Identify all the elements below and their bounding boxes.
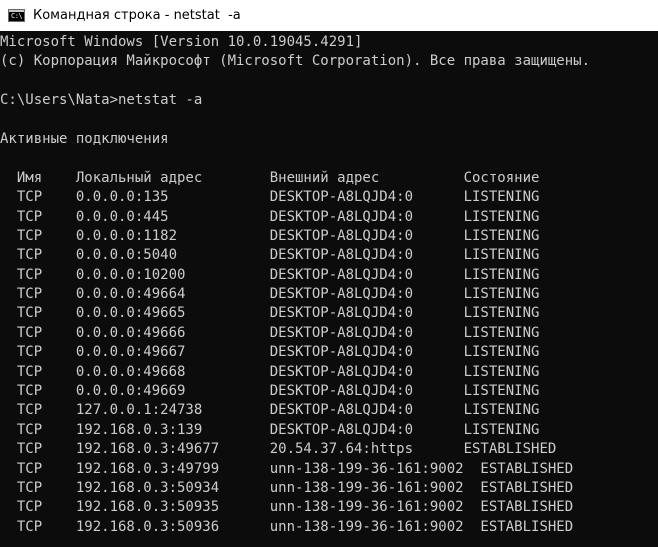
console-line: (c) Корпорация Майкрософт (Microsoft Cor… bbox=[0, 53, 591, 70]
cmd-icon: C:\ bbox=[8, 9, 25, 22]
console-line: Активные подключения bbox=[0, 130, 169, 147]
console-line: TCP 0.0.0.0:445 DESKTOP-A8LQJD4:0 LISTEN… bbox=[0, 208, 540, 225]
console-line: TCP 192.168.0.3:50934 unn-138-199-36-161… bbox=[0, 479, 574, 496]
console-line: TCP 192.168.0.3:50936 unn-138-199-36-161… bbox=[0, 518, 574, 535]
console-line: TCP 127.0.0.1:24738 DESKTOP-A8LQJD4:0 LI… bbox=[0, 402, 540, 419]
console-line: TCP 0.0.0.0:10200 DESKTOP-A8LQJD4:0 LIST… bbox=[0, 266, 540, 283]
console-line: TCP 192.168.0.3:50935 unn-138-199-36-161… bbox=[0, 499, 574, 516]
console-line: TCP 192.168.0.3:49677 20.54.37.64:https … bbox=[0, 441, 557, 458]
console-line: TCP 0.0.0.0:49667 DESKTOP-A8LQJD4:0 LIST… bbox=[0, 344, 540, 361]
console-line: TCP 192.168.0.3:139 DESKTOP-A8LQJD4:0 LI… bbox=[0, 421, 540, 438]
console-line: TCP 0.0.0.0:49665 DESKTOP-A8LQJD4:0 LIST… bbox=[0, 305, 540, 322]
window-title: Командная строка - netstat -a bbox=[33, 8, 241, 23]
console-line: Имя Локальный адрес Внешний адрес Состоя… bbox=[0, 169, 540, 186]
console-line: Microsoft Windows [Version 10.0.19045.42… bbox=[0, 34, 363, 50]
console-line: TCP 0.0.0.0:5040 DESKTOP-A8LQJD4:0 LISTE… bbox=[0, 247, 540, 264]
console-line: TCP 0.0.0.0:135 DESKTOP-A8LQJD4:0 LISTEN… bbox=[0, 189, 540, 206]
console-line: TCP 0.0.0.0:49668 DESKTOP-A8LQJD4:0 LIST… bbox=[0, 363, 540, 380]
console-line: C:\Users\Nata>netstat -a bbox=[0, 92, 203, 109]
console-output[interactable]: Microsoft Windows [Version 10.0.19045.42… bbox=[0, 31, 658, 547]
command-prompt-window: C:\ Командная строка - netstat -a Micros… bbox=[0, 0, 658, 547]
cmd-icon-glyph: C:\ bbox=[11, 12, 23, 20]
title-bar[interactable]: C:\ Командная строка - netstat -a bbox=[0, 0, 658, 31]
console-line: TCP 0.0.0.0:49669 DESKTOP-A8LQJD4:0 LIST… bbox=[0, 383, 540, 400]
console-line: TCP 0.0.0.0:1182 DESKTOP-A8LQJD4:0 LISTE… bbox=[0, 227, 540, 244]
console-line: TCP 192.168.0.3:49799 unn-138-199-36-161… bbox=[0, 460, 574, 477]
console-line: TCP 0.0.0.0:49664 DESKTOP-A8LQJD4:0 LIST… bbox=[0, 286, 540, 303]
console-line: TCP 0.0.0.0:49666 DESKTOP-A8LQJD4:0 LIST… bbox=[0, 324, 540, 341]
